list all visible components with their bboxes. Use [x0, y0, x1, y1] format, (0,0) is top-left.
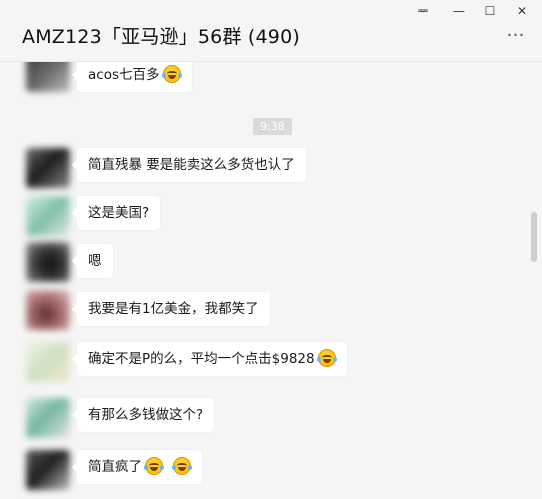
minimize-icon[interactable]: —: [447, 2, 471, 20]
maximize-icon[interactable]: ☐: [478, 2, 502, 20]
message-text: 简直疯了: [88, 459, 142, 475]
message-row: 简直疯了: [0, 450, 542, 490]
message-bubble: 简直疯了: [72, 450, 202, 484]
avatar[interactable]: [26, 450, 70, 490]
chat-window: AMZ123「亚马逊」56群 (490) ᆓ — ☐ ✕ … acos七百多 9…: [0, 0, 542, 499]
scrollbar[interactable]: [531, 212, 537, 262]
message-text: 我要是有1亿美金，我都笑了: [88, 301, 259, 317]
laugh-cry-icon: [172, 457, 192, 475]
message-row: 这是美国?: [0, 196, 542, 236]
message-bubble: 简直残暴 要是能卖这么多货也认了: [72, 148, 306, 182]
avatar[interactable]: [26, 342, 70, 382]
message-row: 嗯: [0, 242, 542, 284]
message-row: 我要是有1亿美金，我都笑了: [0, 290, 542, 332]
message-text: acos七百多: [88, 67, 160, 83]
avatar[interactable]: [26, 148, 70, 188]
scrollbar-thumb[interactable]: [531, 212, 537, 262]
laugh-cry-icon: [161, 65, 182, 83]
message-bubble: 嗯: [72, 244, 113, 278]
message-list[interactable]: acos七百多 9:38 简直残暴 要是能卖这么多货也认了 这是美国? 嗯 我要…: [0, 62, 542, 499]
title-bar: AMZ123「亚马逊」56群 (490) ᆓ — ☐ ✕ …: [0, 0, 542, 62]
message-text: 简直残暴 要是能卖这么多货也认了: [88, 157, 295, 173]
close-icon[interactable]: ✕: [510, 2, 534, 20]
laugh-cry-icon: [316, 349, 337, 367]
message-text: 这是美国?: [88, 205, 150, 221]
chat-title: AMZ123「亚马逊」56群 (490): [22, 26, 300, 48]
message-bubble: acos七百多: [72, 62, 192, 92]
pin-icon[interactable]: ᆓ: [411, 2, 435, 20]
timestamp: 9:38: [253, 118, 292, 135]
laugh-cry-icon: [144, 457, 164, 475]
more-options-icon[interactable]: …: [504, 22, 528, 42]
message-text: 有那么多钱做这个?: [88, 407, 204, 423]
message-row: acos七百多: [0, 62, 542, 100]
message-bubble: 有那么多钱做这个?: [71, 398, 215, 432]
avatar[interactable]: [26, 196, 70, 236]
message-bubble: 我要是有1亿美金，我都笑了: [72, 292, 270, 326]
avatar[interactable]: [26, 290, 70, 330]
message-row: 有那么多钱做这个?: [0, 398, 542, 438]
message-bubble: 这是美国?: [71, 196, 161, 230]
avatar[interactable]: [26, 62, 70, 92]
message-row: 确定不是P的么，平均一个点击$9828: [0, 342, 542, 382]
avatar[interactable]: [26, 242, 70, 282]
avatar[interactable]: [26, 398, 70, 438]
message-bubble: 确定不是P的么，平均一个点击$9828: [72, 342, 347, 376]
message-row: 简直残暴 要是能卖这么多货也认了: [0, 148, 542, 188]
message-text: 确定不是P的么，平均一个点击$9828: [88, 351, 315, 367]
message-text: 嗯: [88, 253, 102, 269]
